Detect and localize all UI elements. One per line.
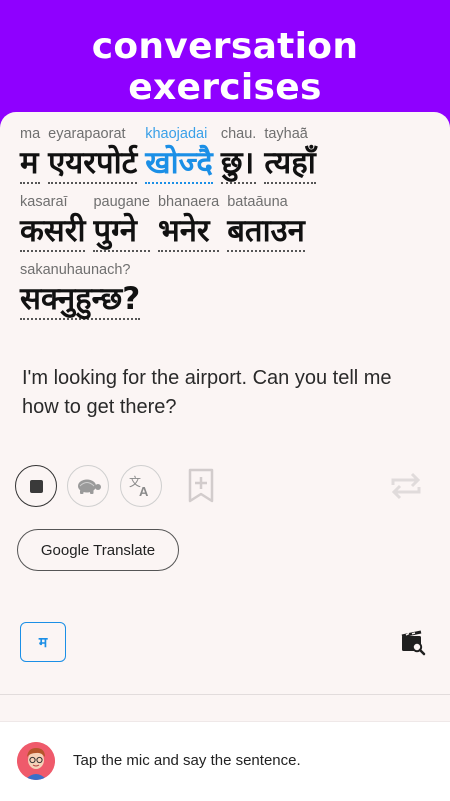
sentence-word[interactable]: bataāuna बताउन [227, 194, 305, 252]
sentence-word[interactable]: eyarapaorat एयरपोर्ट [48, 126, 138, 184]
divider [0, 694, 450, 695]
translate-button[interactable]: 文 A [120, 465, 162, 507]
google-translate-button[interactable]: Google Translate [17, 529, 179, 571]
sentence-line: sakanuhaunach? सक्नुहुन्छ? [20, 262, 440, 320]
page-title: conversation exercises [91, 26, 359, 108]
translate-icon: 文 A [129, 474, 149, 499]
nepali-word: म [20, 145, 41, 184]
sentence-line: kasaraī कसरी paugane पुग्ने bhanaera भनेर bata… [20, 194, 440, 252]
transliteration-label: ma [20, 126, 41, 142]
avatar [17, 742, 55, 780]
video-search-button[interactable] [400, 630, 426, 656]
english-translation: I'm looking for the airport. Can you tel… [22, 367, 392, 418]
controls-row: 文 A [15, 465, 435, 509]
sentence-line: ma म eyarapaorat एयरपोर्ट khaojadai खोज्दै cha… [20, 126, 440, 184]
nepali-word: त्यहाँ [264, 145, 316, 184]
transliteration-label: chau. [220, 126, 257, 142]
nepali-word: एयरपोर्ट [48, 145, 138, 184]
nepali-word: बताउन [227, 213, 305, 252]
svg-text:A: A [139, 484, 149, 499]
sentence-word[interactable]: tayhaā̃ त्यहाँ [264, 126, 316, 184]
transliteration-label: tayhaā̃ [264, 126, 308, 142]
transliteration-label: bataāuna [227, 194, 288, 210]
transliteration-label: kasaraī [20, 194, 68, 210]
transliteration-label: bhanaera [157, 194, 220, 210]
letter-button[interactable]: म [20, 622, 66, 662]
sentence-word[interactable]: sakanuhaunach? सक्नुहुन्छ? [20, 262, 141, 320]
avatar-icon [17, 742, 55, 780]
video-search-icon [401, 630, 426, 656]
sentence-word[interactable]: khaojadai खोज्दै [145, 126, 213, 184]
transliteration-label: eyarapaorat [48, 126, 126, 142]
repeat-icon [391, 472, 421, 500]
turtle-icon [78, 479, 101, 494]
header-banner: conversation exercises [0, 0, 450, 112]
nepali-word: कसरी [20, 213, 86, 252]
exercise-card: ma म eyarapaorat एयरपोर्ट khaojadai खोज्दै cha… [0, 112, 450, 801]
nepali-word: भनेर [157, 213, 220, 252]
transliteration-label: paugane [93, 194, 150, 210]
stop-button[interactable] [15, 465, 57, 507]
nepali-word: खोज्दै [145, 145, 213, 184]
sentence-word[interactable]: kasaraī कसरी [20, 194, 86, 252]
sentence-word[interactable]: paugane पुग्ने [93, 194, 150, 252]
nepali-word: सक्नुहुन्छ? [20, 281, 141, 320]
instruction-text: Tap the mic and say the sentence. [73, 752, 301, 769]
stop-icon [29, 479, 43, 493]
repeat-button[interactable] [388, 469, 424, 503]
instruction-bar: Tap the mic and say the sentence. [0, 721, 450, 801]
bookmark-add-button[interactable] [187, 468, 215, 504]
nepali-word: छु। [220, 145, 257, 184]
sentence-word[interactable]: ma म [20, 126, 41, 184]
nepali-word: पुग्ने [93, 213, 150, 252]
sentence-word[interactable]: bhanaera भनेर [157, 194, 220, 252]
transliteration-label: khaojadai [145, 126, 208, 142]
sentence-word[interactable]: chau. छु। [220, 126, 257, 184]
bookmark-add-icon [188, 468, 214, 503]
transliteration-label: sakanuhaunach? [20, 262, 131, 278]
nepali-sentence: ma म eyarapaorat एयरपोर्ट khaojadai खोज्दै cha… [20, 126, 440, 330]
slow-speed-button[interactable] [67, 465, 109, 507]
